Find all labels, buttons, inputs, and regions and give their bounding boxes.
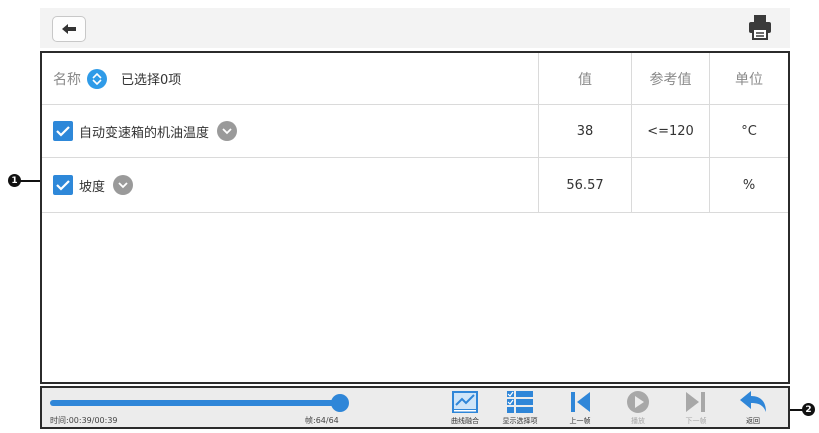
- parameter-unit: °C: [709, 105, 788, 157]
- line-chart-icon: [452, 391, 478, 413]
- unit-column-header: 单位: [709, 53, 788, 104]
- parameter-name-cell: 坡度: [42, 158, 538, 212]
- next-frame-label: 下一帧: [685, 417, 707, 425]
- playback-progress-slider[interactable]: [50, 394, 349, 412]
- frame-counter: 帧:64/64: [305, 416, 339, 425]
- printer-icon[interactable]: [748, 14, 772, 40]
- parameter-name: 坡度: [79, 179, 106, 195]
- sort-toggle-icon[interactable]: [87, 68, 107, 89]
- playback-toolbar: 时间:00:39/00:39 帧:64/64 曲线融合 显示选择项 上一帧 播放…: [40, 386, 790, 429]
- reference-column-header: 参考值: [631, 53, 709, 104]
- name-header-label: 名称: [53, 71, 81, 88]
- show-selected-label: 显示选择项: [502, 417, 538, 425]
- previous-frame-icon: [571, 392, 590, 412]
- play-icon: [627, 391, 649, 413]
- checklist-icon: [507, 391, 533, 413]
- previous-frame-label: 上一帧: [569, 417, 591, 425]
- callout-marker-2: 2: [802, 403, 815, 416]
- parameter-value: 38: [538, 105, 631, 157]
- return-label: 返回: [746, 417, 760, 425]
- progress-fill: [50, 400, 340, 406]
- table-row[interactable]: 坡度 56.57 %: [42, 158, 788, 213]
- value-column-header: 值: [538, 53, 631, 104]
- chevron-down-icon[interactable]: [113, 175, 134, 195]
- next-frame-icon: [686, 392, 705, 412]
- play-label: 播放: [631, 417, 645, 425]
- progress-handle[interactable]: [331, 394, 349, 412]
- play-button[interactable]: 播放: [613, 389, 663, 427]
- return-icon: [740, 391, 766, 412]
- row-checkbox[interactable]: [53, 175, 73, 195]
- table-row[interactable]: 自动变速箱的机油温度 38 <=120 °C: [42, 105, 788, 158]
- previous-frame-button[interactable]: 上一帧: [555, 389, 605, 427]
- parameter-unit: %: [709, 158, 788, 212]
- live-data-table: 名称 已选择0项 值 参考值 单位 自动变速箱的机油温度 38 <=120 °C: [40, 51, 790, 384]
- row-checkbox[interactable]: [53, 121, 73, 141]
- back-button[interactable]: [52, 16, 86, 42]
- return-button[interactable]: 返回: [728, 389, 778, 427]
- name-column-header: 名称 已选择0项: [42, 53, 538, 104]
- table-header-row: 名称 已选择0项 值 参考值 单位: [42, 53, 788, 105]
- selected-count: 已选择0项: [121, 73, 182, 88]
- arrow-left-icon: [62, 24, 76, 34]
- parameter-reference: <=120: [631, 105, 709, 157]
- playback-time: 时间:00:39/00:39: [50, 416, 118, 425]
- parameter-name-cell: 自动变速箱的机油温度: [42, 105, 538, 157]
- curve-merge-button[interactable]: 曲线融合: [440, 389, 490, 427]
- parameter-reference: [631, 158, 709, 212]
- curve-merge-label: 曲线融合: [451, 417, 479, 425]
- top-toolbar: [40, 8, 790, 48]
- chevron-down-icon[interactable]: [217, 121, 238, 141]
- next-frame-button[interactable]: 下一帧: [671, 389, 721, 427]
- show-selected-button[interactable]: 显示选择项: [495, 389, 545, 427]
- parameter-name: 自动变速箱的机油温度: [79, 125, 210, 141]
- callout-line-1: [20, 180, 40, 182]
- parameter-value: 56.57: [538, 158, 631, 212]
